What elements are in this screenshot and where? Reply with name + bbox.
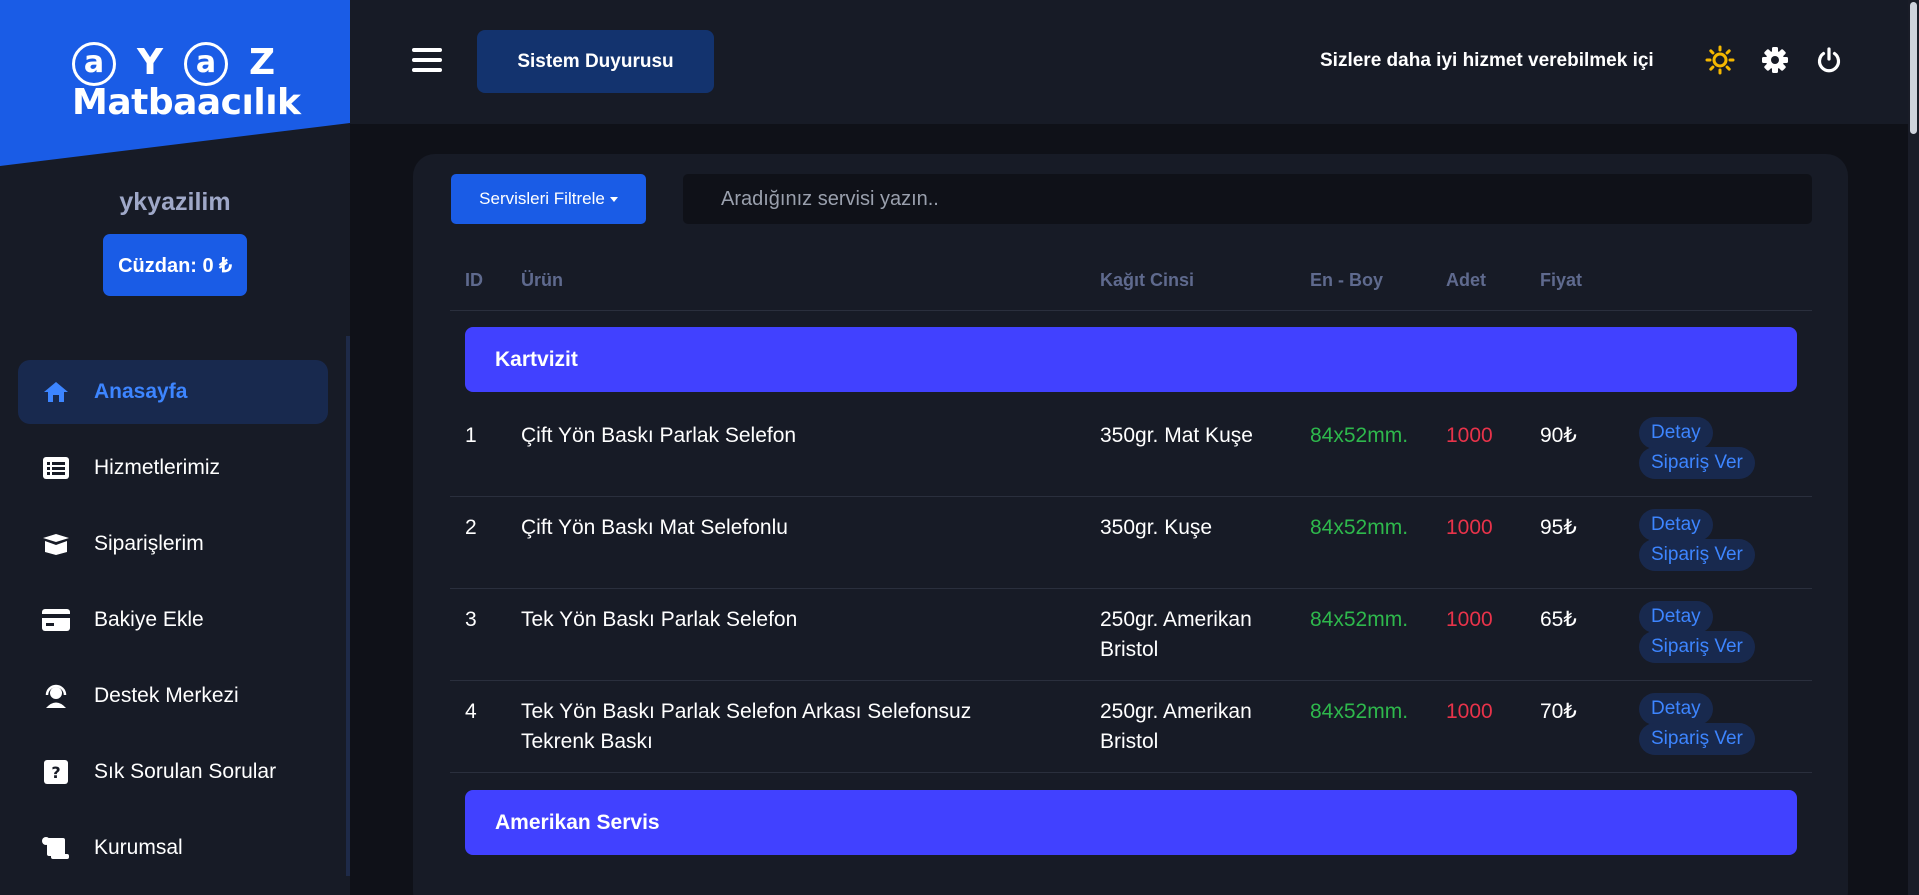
- column-header-product: Ürün: [521, 270, 563, 290]
- sidebar-item-sss[interactable]: ? Sık Sorulan Sorular: [18, 740, 328, 804]
- detail-button[interactable]: Detay: [1639, 509, 1713, 541]
- row-size: 84x52mm.: [1310, 516, 1409, 539]
- order-button[interactable]: Sipariş Ver: [1639, 539, 1755, 571]
- row-price: 90₺: [1540, 424, 1577, 447]
- announcement-marquee: Sizlere daha iyi hizmet verebilmek için: [1320, 50, 1655, 71]
- logo-letter: Z: [248, 42, 276, 83]
- sidebar-item-label: Destek Merkezi: [94, 684, 239, 707]
- row-paper: 350gr. Mat Kuşe: [1100, 424, 1253, 447]
- sidebar-item-label: Sık Sorulan Sorular: [94, 760, 277, 783]
- sidebar-scrollbar[interactable]: [346, 336, 350, 876]
- scroll-icon: [40, 834, 72, 862]
- logo-letter: a: [72, 42, 116, 86]
- sidebar-item-kurumsal[interactable]: Kurumsal: [18, 816, 328, 880]
- row-product: Çift Yön Baskı Parlak Selefon: [521, 424, 797, 447]
- svg-text:?: ?: [51, 763, 60, 782]
- wallet-badge[interactable]: Cüzdan: 0 ₺: [103, 234, 247, 296]
- row-paper: 250gr. Amerikan Bristol: [1100, 700, 1252, 753]
- column-header-paper: Kağıt Cinsi: [1100, 270, 1195, 290]
- order-button[interactable]: Sipariş Ver: [1639, 723, 1755, 755]
- caret-down-icon: [609, 196, 618, 202]
- row-id: 4: [465, 700, 477, 723]
- logo[interactable]: a Y a Z Matbaacılık: [0, 0, 350, 166]
- sun-icon[interactable]: [1704, 44, 1736, 76]
- sidebar-item-anasayfa[interactable]: Anasayfa: [18, 360, 328, 424]
- power-icon[interactable]: [1813, 44, 1845, 76]
- row-size: 84x52mm.: [1310, 608, 1409, 631]
- order-button[interactable]: Sipariş Ver: [1639, 447, 1755, 479]
- filter-button-label: Servisleri Filtrele: [479, 189, 605, 208]
- sidebar-item-label: Siparişlerim: [94, 532, 204, 555]
- row-size: 84x52mm.: [1310, 424, 1409, 447]
- sidebar-item-label: Kurumsal: [94, 836, 183, 859]
- logo-subtitle: Matbaacılık: [72, 82, 301, 123]
- sidebar-item-label: Bakiye Ekle: [94, 608, 204, 631]
- gear-icon[interactable]: [1759, 44, 1791, 76]
- category-header: Amerikan Servis: [465, 790, 1797, 855]
- question-icon: ?: [40, 758, 72, 786]
- logo-letters: a Y a Z: [72, 42, 282, 86]
- scrollbar-thumb[interactable]: [1910, 2, 1917, 134]
- sidebar-item-label: Anasayfa: [94, 380, 188, 403]
- list-icon: [40, 454, 72, 482]
- logo-letter: Y: [136, 42, 164, 83]
- row-qty: 1000: [1446, 516, 1493, 539]
- sidebar-item-destek-merkezi[interactable]: Destek Merkezi: [18, 664, 328, 728]
- row-paper: 350gr. Kuşe: [1100, 516, 1213, 539]
- box-icon: [40, 530, 72, 558]
- sidebar: a Y a Z Matbaacılık ykyazilim Cüzdan: 0 …: [0, 0, 350, 895]
- header-divider: [450, 310, 1812, 311]
- row-product: Tek Yön Baskı Parlak Selefon Arkası Sele…: [521, 700, 972, 753]
- detail-button[interactable]: Detay: [1639, 601, 1713, 633]
- sidebar-item-bakiye-ekle[interactable]: Bakiye Ekle: [18, 588, 328, 652]
- sidebar-item-siparislerim[interactable]: Siparişlerim: [18, 512, 328, 576]
- table-row: 2 Çift Yön Baskı Mat Selefonlu 350gr. Ku…: [450, 497, 1812, 589]
- logo-letter: a: [184, 42, 228, 86]
- row-size: 84x52mm.: [1310, 700, 1409, 723]
- row-id: 1: [465, 424, 477, 447]
- page-scrollbar[interactable]: [1908, 0, 1919, 895]
- order-button[interactable]: Sipariş Ver: [1639, 631, 1755, 663]
- headset-icon: [40, 682, 72, 710]
- table-row: 4 Tek Yön Baskı Parlak Selefon Arkası Se…: [450, 681, 1812, 773]
- announcement-button[interactable]: Sistem Duyurusu: [477, 30, 714, 93]
- sidebar-item-hizmetlerimiz[interactable]: Hizmetlerimiz: [18, 436, 328, 500]
- hamburger-menu-icon[interactable]: [412, 48, 442, 72]
- home-icon: [40, 378, 72, 406]
- sidebar-item-label: Hizmetlerimiz: [94, 456, 220, 479]
- detail-button[interactable]: Detay: [1639, 693, 1713, 725]
- row-qty: 1000: [1446, 424, 1493, 447]
- category-header: Kartvizit: [465, 327, 1797, 392]
- detail-button[interactable]: Detay: [1639, 417, 1713, 449]
- row-qty: 1000: [1446, 700, 1493, 723]
- column-header-size: En - Boy: [1310, 270, 1384, 290]
- sidebar-nav: Anasayfa Hizmetlerimiz Siparişlerim Baki…: [18, 360, 328, 892]
- credit-card-icon: [40, 606, 72, 634]
- username: ykyazilim: [119, 188, 231, 216]
- row-id: 2: [465, 516, 477, 539]
- row-paper: 250gr. Amerikan Bristol: [1100, 608, 1252, 661]
- row-id: 3: [465, 608, 477, 631]
- table-row: 1 Çift Yön Baskı Parlak Selefon 350gr. M…: [450, 405, 1812, 497]
- row-price: 95₺: [1540, 516, 1577, 539]
- table-row: 3 Tek Yön Baskı Parlak Selefon 250gr. Am…: [450, 589, 1812, 681]
- row-qty: 1000: [1446, 608, 1493, 631]
- row-price: 65₺: [1540, 608, 1577, 631]
- column-header-id: ID: [465, 270, 483, 290]
- filter-services-button[interactable]: Servisleri Filtrele: [451, 174, 646, 224]
- row-price: 70₺: [1540, 700, 1577, 723]
- column-header-qty: Adet: [1446, 270, 1486, 290]
- search-input[interactable]: [683, 174, 1812, 224]
- row-product: Çift Yön Baskı Mat Selefonlu: [521, 516, 788, 539]
- column-header-price: Fiyat: [1540, 270, 1583, 290]
- row-product: Tek Yön Baskı Parlak Selefon: [521, 608, 798, 631]
